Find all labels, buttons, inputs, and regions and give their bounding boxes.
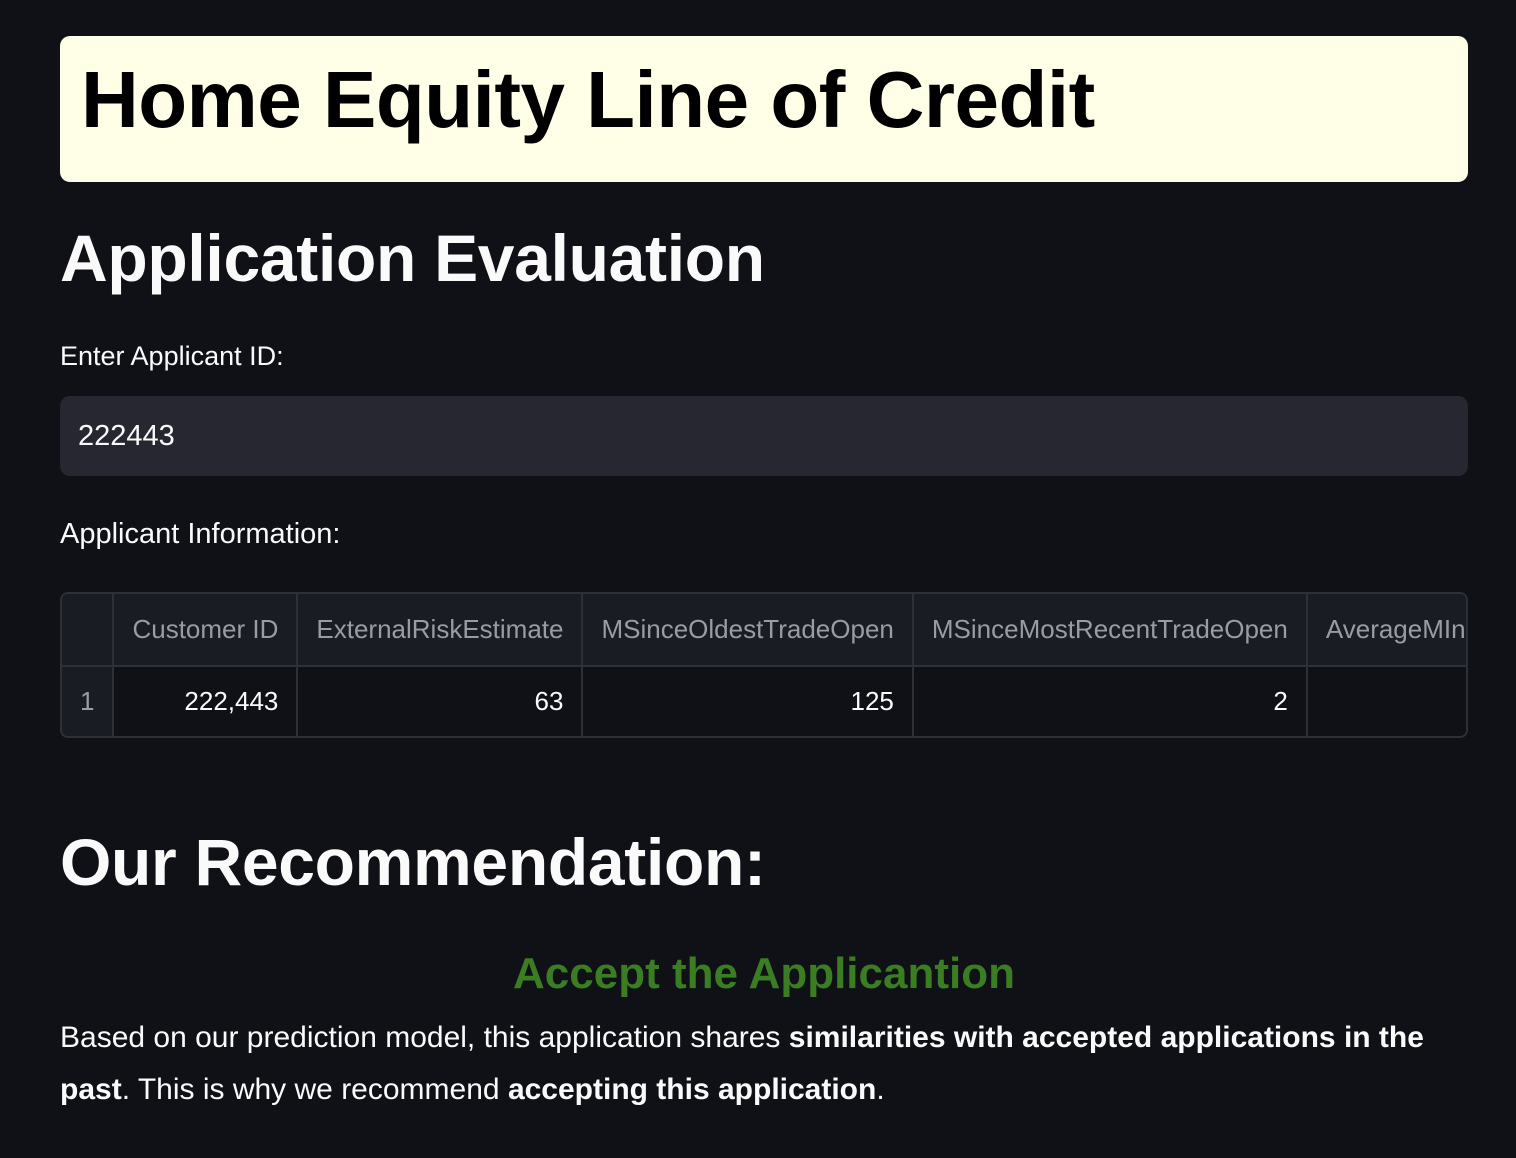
section-heading-evaluation: Application Evaluation (60, 221, 765, 295)
table-header-row: Customer ID ExternalRiskEstimate MSinceO… (62, 594, 1466, 667)
column-header-external-risk-estimate[interactable]: ExternalRiskEstimate (297, 594, 584, 667)
external-risk-estimate-cell[interactable]: 63 (297, 666, 584, 736)
column-header-average-m-in-file[interactable]: AverageMInFile (1306, 594, 1466, 667)
msince-most-recent-trade-open-cell[interactable]: 2 (912, 666, 1308, 736)
applicant-info-label: Applicant Information: (60, 518, 341, 550)
applicant-id-input[interactable] (60, 396, 1468, 476)
column-header-customer-id[interactable]: Customer ID (113, 594, 299, 667)
title-banner: Home Equity Line of Credit (60, 36, 1468, 182)
recommendation-explanation: Based on our prediction model, this appl… (60, 1012, 1468, 1116)
msince-oldest-trade-open-cell[interactable]: 125 (582, 666, 914, 736)
applicant-data-table[interactable]: Customer ID ExternalRiskEstimate MSinceO… (60, 592, 1468, 738)
average-m-in-file-cell[interactable] (1306, 666, 1466, 736)
column-header-msince-most-recent-trade-open[interactable]: MSinceMostRecentTradeOpen (912, 594, 1308, 667)
explanation-bold-text: accepting this application (507, 1073, 877, 1106)
section-heading-recommendation: Our Recommendation: (60, 825, 766, 899)
customer-id-cell[interactable]: 222,443 (113, 666, 299, 736)
row-index-cell[interactable]: 1 (62, 666, 115, 736)
applicant-id-label: Enter Applicant ID: (60, 341, 284, 371)
app-title: Home Equity Line of Credit (81, 55, 1095, 144)
explanation-text: . This is why we recommend (121, 1073, 508, 1106)
explanation-text: Based on our prediction model, this appl… (60, 1021, 789, 1054)
column-header-index[interactable] (62, 594, 115, 667)
explanation-text: . (876, 1073, 885, 1106)
recommendation-verdict: Accept the Applicantion (513, 949, 1015, 998)
table-row: 1 222,443 63 125 2 (62, 666, 1466, 736)
column-header-msince-oldest-trade-open[interactable]: MSinceOldestTradeOpen (582, 594, 914, 667)
